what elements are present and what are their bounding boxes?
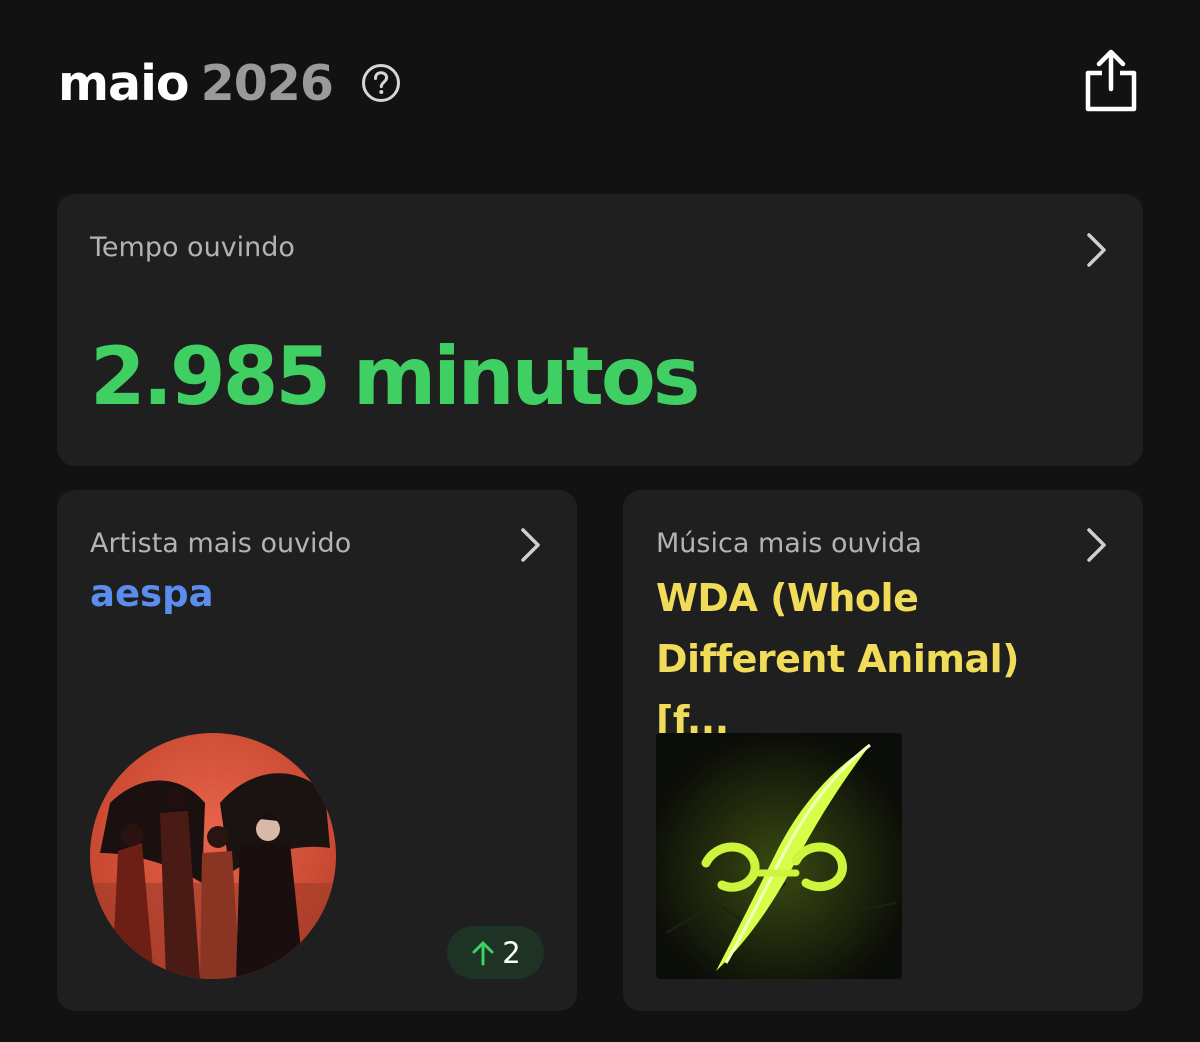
chevron-right-icon [1087, 233, 1106, 267]
help-circle-icon[interactable] [361, 63, 401, 103]
album-cover [656, 733, 902, 979]
top-song-title: WDA (Whole Different Animal) [f... [656, 576, 1019, 742]
top-artist-name: aespa [90, 572, 214, 615]
top-artist-card[interactable]: Artista mais ouvido aespa 2 [57, 490, 577, 1011]
top-song-card[interactable]: Música mais ouvida WDA (Whole Different … [623, 490, 1143, 1011]
page-title-year: 2026 [200, 54, 334, 112]
arrow-up-icon [472, 941, 494, 965]
artist-photo [90, 733, 336, 979]
rank-change-value: 2 [502, 935, 521, 970]
listening-time-card[interactable]: Tempo ouvindo 2.985 minutos [57, 194, 1143, 466]
top-song-label: Música mais ouvida [656, 528, 922, 559]
listening-time-label: Tempo ouvindo [90, 232, 295, 263]
chevron-right-icon [521, 528, 540, 562]
top-artist-label: Artista mais ouvido [90, 528, 352, 559]
listening-time-value: 2.985 minutos [90, 330, 700, 423]
share-icon[interactable] [1082, 49, 1140, 113]
page-title-month: maio [58, 54, 190, 112]
chevron-right-icon [1087, 528, 1106, 562]
header: maio 2026 [58, 50, 401, 116]
rank-change-badge: 2 [447, 926, 544, 979]
